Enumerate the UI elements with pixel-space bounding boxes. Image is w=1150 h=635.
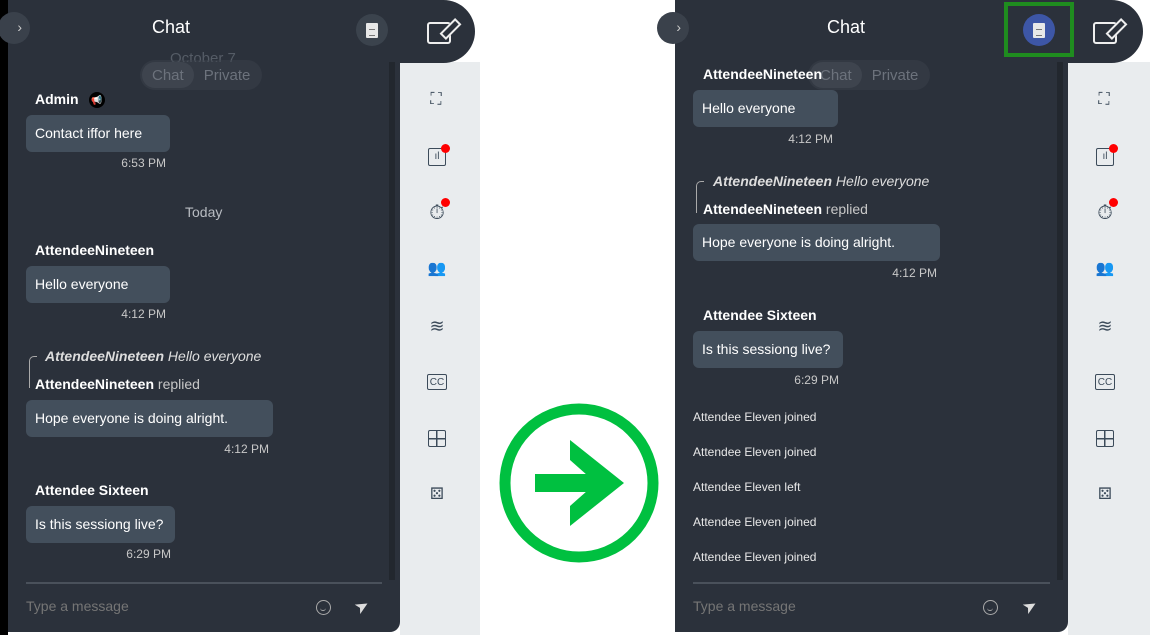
emoji-icon[interactable] [983, 600, 998, 615]
highlight-box [1004, 2, 1074, 57]
presenter-icon[interactable]: ⛶ [1093, 90, 1115, 110]
closed-captions-icon[interactable]: CC [1095, 374, 1115, 390]
sender-name: Admin [35, 91, 79, 107]
chat-panel-after: ⛶ ıl ⏱ 👥 ≋ CC ⚄ Chat › Chat Private Atte… [657, 0, 1150, 635]
message-bubble: Is this sessiong live? [693, 331, 843, 368]
chat-title: Chat [151, 17, 191, 37]
megaphone-icon: 📢 [89, 92, 105, 108]
reply-quote: AttendeeNineteen Hello everyone [45, 348, 262, 364]
people-icon[interactable]: 👥 [1092, 259, 1118, 279]
tab-private[interactable]: Private [862, 62, 929, 88]
closed-captions-icon[interactable]: CC [427, 374, 447, 390]
tab-chat[interactable]: Chat [142, 62, 194, 88]
edit-icon[interactable] [1093, 22, 1117, 44]
timer-icon[interactable]: ⏱ [1094, 198, 1118, 223]
sender-name: AttendeeNineteen [703, 66, 823, 82]
chevron-right-icon[interactable]: › [657, 12, 689, 44]
message-time: 4:12 PM [121, 307, 166, 321]
left-edge [0, 0, 8, 635]
sender-name: AttendeeNineteen [35, 242, 155, 258]
system-event: Attendee Eleven joined [693, 445, 817, 459]
layers-icon[interactable]: ≋ [1094, 316, 1116, 336]
scrollbar[interactable] [389, 62, 395, 580]
message-time: 6:29 PM [794, 373, 839, 387]
replied-label: AttendeeNineteen replied [35, 376, 200, 392]
message-bubble: Is this sessiong live? [26, 506, 175, 543]
chat-private-toggle[interactable]: Chat Private [808, 60, 931, 90]
message-bubble: Hello everyone [26, 266, 170, 303]
day-divider: Today [185, 204, 223, 220]
transcript-button[interactable] [356, 14, 388, 46]
scrollbar[interactable] [1057, 62, 1063, 580]
chat-panel-before: ⛶ ıl ⏱ 👥 ≋ CC ⚄ Chat › October 7 Chat Pr… [0, 0, 480, 635]
message-time: 6:53 PM [121, 156, 166, 170]
emoji-icon[interactable] [316, 600, 331, 615]
sender-name: Attendee Sixteen [35, 482, 149, 498]
edit-icon[interactable] [427, 22, 451, 44]
divider [693, 582, 1050, 584]
document-icon [366, 22, 378, 38]
tab-private[interactable]: Private [194, 62, 261, 88]
sidebar: ⛶ ıl ⏱ 👥 ≋ CC ⚄ [1068, 62, 1150, 635]
chevron-right-icon[interactable]: › [0, 12, 30, 44]
reply-quote: AttendeeNineteen Hello everyone [713, 173, 930, 189]
sidebar: ⛶ ıl ⏱ 👥 ≋ CC ⚄ [400, 62, 480, 635]
chat-header: Chat › [0, 0, 475, 63]
dice-icon[interactable]: ⚄ [1094, 485, 1116, 505]
dice-icon[interactable]: ⚄ [426, 485, 448, 505]
timer-icon[interactable]: ⏱ [426, 198, 450, 223]
layers-icon[interactable]: ≋ [426, 316, 448, 336]
message-time: 4:12 PM [788, 132, 833, 146]
system-event: Attendee Eleven joined [693, 515, 817, 529]
message-time: 6:29 PM [126, 547, 171, 561]
grid-icon[interactable] [428, 430, 446, 447]
message-time: 4:12 PM [224, 442, 269, 456]
replied-label: AttendeeNineteen replied [703, 201, 868, 217]
poll-icon[interactable]: ıl [1096, 144, 1118, 166]
divider [26, 582, 382, 584]
people-icon[interactable]: 👥 [424, 259, 450, 279]
message-time: 4:12 PM [892, 266, 937, 280]
system-event: Attendee Eleven left [693, 480, 801, 494]
message-bubble: Contact iffor here [26, 115, 170, 152]
presenter-icon[interactable]: ⛶ [425, 90, 447, 110]
message-bubble: Hello everyone [693, 90, 838, 127]
chat-private-toggle[interactable]: Chat Private [140, 60, 263, 90]
arrow-right-icon [499, 403, 659, 563]
message-bubble: Hope everyone is doing alright. [26, 400, 273, 437]
message-bubble: Hope everyone is doing alright. [693, 224, 940, 261]
sender-name: Attendee Sixteen [703, 307, 817, 323]
message-input[interactable] [693, 598, 953, 614]
poll-icon[interactable]: ıl [428, 144, 450, 166]
system-event: Attendee Eleven joined [693, 550, 817, 564]
grid-icon[interactable] [1096, 430, 1114, 447]
message-input[interactable] [26, 598, 286, 614]
system-event: Attendee Eleven joined [693, 410, 817, 424]
chat-header: Chat › [657, 0, 1143, 63]
